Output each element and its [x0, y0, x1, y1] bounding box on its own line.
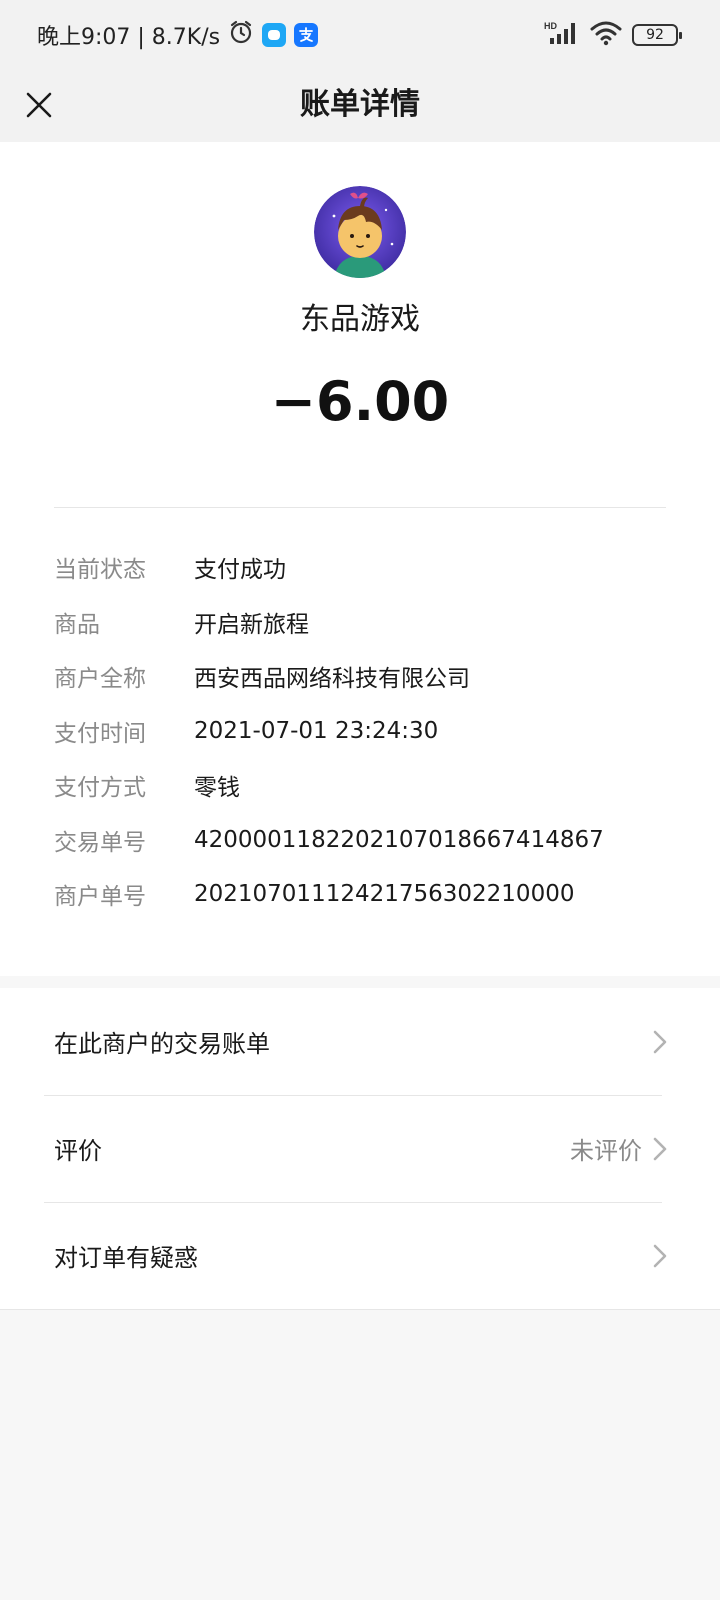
chevron-right-icon	[652, 1243, 668, 1269]
detail-row-transaction-id: 交易单号 4200001182202107018667414867	[54, 813, 674, 868]
wifi-icon	[590, 20, 622, 50]
menu-item-label: 评价	[54, 1137, 102, 1165]
detail-label: 商户单号	[54, 884, 146, 911]
detail-row-merchant-order-id: 商户单号 20210701112421756302210000	[54, 867, 674, 922]
status-right: HD 92	[544, 20, 682, 50]
detail-row-pay-method: 支付方式 零钱	[54, 758, 674, 813]
battery-icon: 92	[632, 24, 682, 46]
detail-label: 商户全称	[54, 666, 146, 693]
merchant-name: 东品游戏	[300, 302, 420, 337]
detail-value: 支付成功	[194, 557, 286, 584]
detail-value[interactable]: 4200001182202107018667414867	[194, 827, 604, 853]
divider	[54, 507, 666, 508]
chat-app-icon	[262, 23, 287, 47]
rating-item[interactable]: 评价 未评价	[0, 1095, 720, 1202]
action-menu: 在此商户的交易账单 评价 未评价 对订单有疑惑	[0, 988, 720, 1310]
detail-label: 支付方式	[54, 775, 146, 802]
detail-value: 西安西品网络科技有限公司	[194, 666, 470, 693]
chevron-right-icon	[652, 1029, 668, 1055]
detail-value[interactable]: 20210701112421756302210000	[194, 881, 574, 907]
rating-status: 未评价	[570, 1137, 642, 1165]
alarm-icon	[228, 19, 254, 51]
detail-row-status: 当前状态 支付成功	[54, 540, 674, 595]
chevron-right-icon	[652, 1136, 668, 1162]
detail-label: 交易单号	[54, 829, 146, 856]
detail-value: 2021-07-01 23:24:30	[194, 717, 439, 744]
detail-value: 开启新旅程	[194, 611, 309, 638]
signal-icon: HD	[544, 20, 580, 50]
merchant-bills-item[interactable]: 在此商户的交易账单	[0, 988, 720, 1095]
menu-item-label: 对订单有疑惑	[54, 1244, 198, 1272]
status-bar: 晚上9:07 | 8.7K/s HD 92	[0, 0, 720, 70]
detail-row-product: 商品 开启新旅程	[54, 595, 674, 650]
order-question-item[interactable]: 对订单有疑惑	[0, 1202, 720, 1309]
menu-item-label: 在此商户的交易账单	[54, 1030, 270, 1058]
status-left: 晚上9:07 | 8.7K/s	[37, 18, 319, 52]
merchant-avatar	[314, 186, 406, 278]
detail-label: 商品	[54, 611, 100, 638]
alipay-icon	[294, 23, 319, 47]
detail-row-merchant-fullname: 商户全称 西安西品网络科技有限公司	[54, 649, 674, 704]
detail-list: 当前状态 支付成功 商品 开启新旅程 商户全称 西安西品网络科技有限公司 支付时…	[54, 540, 674, 922]
page-title: 账单详情	[300, 87, 420, 122]
bill-card: 东品游戏 −6.00 当前状态 支付成功 商品 开启新旅程 商户全称 西安西品网…	[0, 142, 720, 976]
detail-row-pay-time: 支付时间 2021-07-01 23:24:30	[54, 704, 674, 759]
svg-text:HD: HD	[544, 21, 557, 31]
status-time-speed: 晚上9:07 | 8.7K/s	[37, 25, 221, 50]
nav-bar: 账单详情	[0, 70, 720, 142]
detail-value: 零钱	[194, 775, 240, 802]
bill-amount: −6.00	[270, 370, 450, 433]
detail-label: 支付时间	[54, 720, 146, 747]
detail-label: 当前状态	[54, 557, 146, 584]
